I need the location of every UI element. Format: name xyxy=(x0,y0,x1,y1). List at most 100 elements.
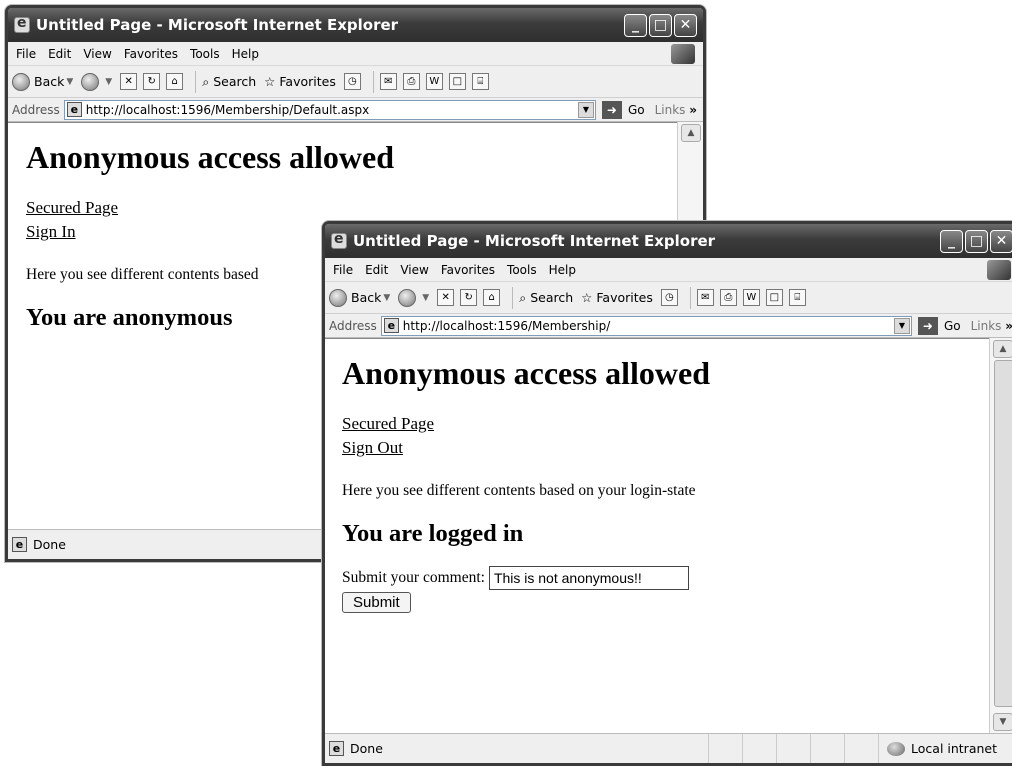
info-text: Here you see different contents based on… xyxy=(342,482,696,499)
search-button[interactable]: ⌕ Search xyxy=(519,290,573,306)
menu-help[interactable]: Help xyxy=(549,263,576,277)
page-content: Anonymous access allowed Secured Page Si… xyxy=(325,338,989,733)
favorites-star-icon: ☆ xyxy=(581,290,593,305)
go-label: Go xyxy=(943,318,961,333)
comment-input[interactable] xyxy=(488,566,689,590)
address-bar: Address e http://localhost:1596/Membersh… xyxy=(325,314,1012,338)
close-icon[interactable]: ✕ xyxy=(990,229,1012,253)
submit-button[interactable]: Submit xyxy=(342,592,411,613)
security-zone[interactable]: Local intranet xyxy=(878,734,1012,763)
chevron-down-icon[interactable]: ▼ xyxy=(577,101,594,118)
address-label: Address xyxy=(12,102,60,117)
home-icon[interactable]: ⌂ xyxy=(166,73,184,90)
comment-label: Submit your comment: xyxy=(342,569,485,586)
forward-button[interactable]: ▼ xyxy=(81,72,112,91)
minimize-icon[interactable]: _ xyxy=(624,13,647,37)
go-button[interactable]: ➜ Go xyxy=(917,316,961,335)
edit-word-icon[interactable]: W xyxy=(425,73,443,90)
secured-page-link[interactable]: Secured Page xyxy=(342,412,972,436)
ie-page-icon xyxy=(331,231,347,249)
menu-edit[interactable]: Edit xyxy=(365,263,388,277)
scroll-down-icon[interactable]: ▼ xyxy=(993,713,1012,731)
status-bar: e Done Local intranet xyxy=(325,733,1012,763)
favorites-star-icon: ☆ xyxy=(264,74,276,89)
vertical-scrollbar[interactable]: ▲ ▼ xyxy=(989,338,1012,733)
menu-bar: File Edit View Favorites Tools Help xyxy=(8,42,703,66)
back-label: Back xyxy=(351,290,382,305)
search-label: Search xyxy=(213,74,257,89)
close-icon[interactable]: ✕ xyxy=(674,13,697,37)
zone-label: Local intranet xyxy=(911,741,997,756)
page-heading: Anonymous access allowed xyxy=(26,139,395,175)
menu-view[interactable]: View xyxy=(83,47,111,61)
back-arrow-icon xyxy=(12,72,30,91)
menu-tools[interactable]: Tools xyxy=(507,263,537,277)
address-input[interactable]: e http://localhost:1596/Membership/Defau… xyxy=(63,99,596,120)
mail-icon[interactable]: ✉ xyxy=(696,289,714,306)
menu-file[interactable]: File xyxy=(16,47,36,61)
back-button[interactable]: Back ▼ xyxy=(329,288,390,307)
windows-logo-icon xyxy=(987,260,1011,280)
research-icon[interactable]: ⌸ xyxy=(788,289,806,306)
discuss-icon[interactable]: □ xyxy=(448,73,466,90)
toolbar: Back ▼ ▼ ✕ ↻ ⌂ ⌕ Search ☆ Favorites ◷ ✉ ⎙ W… xyxy=(325,282,1012,314)
favorites-button[interactable]: ☆ Favorites xyxy=(264,74,336,89)
address-label: Address xyxy=(329,318,377,333)
title-bar[interactable]: Untitled Page - Microsoft Internet Explo… xyxy=(325,224,1012,258)
chevron-down-icon[interactable]: ▼ xyxy=(893,317,910,334)
scroll-up-icon[interactable]: ▲ xyxy=(993,340,1012,358)
maximize-icon[interactable]: □ xyxy=(965,229,988,253)
status-text: Done xyxy=(33,537,66,552)
page-done-icon: e xyxy=(12,537,27,552)
home-icon[interactable]: ⌂ xyxy=(483,289,501,306)
print-icon[interactable]: ⎙ xyxy=(402,73,420,90)
menu-edit[interactable]: Edit xyxy=(48,47,71,61)
refresh-icon[interactable]: ↻ xyxy=(143,73,161,90)
links-button[interactable]: Links » xyxy=(655,103,697,117)
refresh-icon[interactable]: ↻ xyxy=(460,289,478,306)
title-bar[interactable]: Untitled Page - Microsoft Internet Explo… xyxy=(8,8,703,42)
mail-icon[interactable]: ✉ xyxy=(379,73,397,90)
minimize-icon[interactable]: _ xyxy=(940,229,963,253)
menu-help[interactable]: Help xyxy=(232,47,259,61)
forward-arrow-icon xyxy=(81,72,100,91)
ie-page-icon xyxy=(14,15,30,33)
history-icon[interactable]: ◷ xyxy=(660,289,678,306)
print-icon[interactable]: ⎙ xyxy=(719,289,737,306)
window-title: Untitled Page - Microsoft Internet Explo… xyxy=(36,16,399,34)
status-text: Done xyxy=(350,741,383,756)
scroll-up-icon[interactable]: ▲ xyxy=(681,124,701,142)
search-label: Search xyxy=(530,290,574,305)
links-button[interactable]: Links » xyxy=(971,319,1012,333)
forward-arrow-icon xyxy=(398,288,417,307)
page-icon: e xyxy=(66,102,82,117)
stop-icon[interactable]: ✕ xyxy=(120,73,138,90)
search-icon: ⌕ xyxy=(202,73,210,89)
research-icon[interactable]: ⌸ xyxy=(471,73,489,90)
maximize-icon[interactable]: □ xyxy=(649,13,672,37)
edit-word-icon[interactable]: W xyxy=(742,289,760,306)
favorites-button[interactable]: ☆ Favorites xyxy=(581,290,653,305)
back-arrow-icon xyxy=(329,288,347,307)
discuss-icon[interactable]: □ xyxy=(765,289,783,306)
secured-page-link[interactable]: Secured Page xyxy=(26,196,659,220)
menu-favorites[interactable]: Favorites xyxy=(441,263,495,277)
sign-out-link[interactable]: Sign Out xyxy=(342,436,972,460)
forward-button[interactable]: ▼ xyxy=(398,288,429,307)
go-button[interactable]: ➜ Go xyxy=(601,100,645,119)
address-input[interactable]: e http://localhost:1596/Membership/ ▼ xyxy=(380,315,912,336)
stop-icon[interactable]: ✕ xyxy=(437,289,455,306)
address-url: http://localhost:1596/Membership/ xyxy=(402,318,611,333)
scroll-thumb[interactable] xyxy=(994,360,1012,707)
menu-view[interactable]: View xyxy=(400,263,428,277)
menu-tools[interactable]: Tools xyxy=(190,47,220,61)
menu-file[interactable]: File xyxy=(333,263,353,277)
page-icon: e xyxy=(383,318,399,333)
menu-favorites[interactable]: Favorites xyxy=(124,47,178,61)
page-done-icon: e xyxy=(329,741,344,756)
back-button[interactable]: Back ▼ xyxy=(12,72,73,91)
history-icon[interactable]: ◷ xyxy=(343,73,361,90)
search-button[interactable]: ⌕ Search xyxy=(202,74,256,90)
links-label: Links xyxy=(970,318,1002,333)
links-label: Links xyxy=(654,102,686,117)
